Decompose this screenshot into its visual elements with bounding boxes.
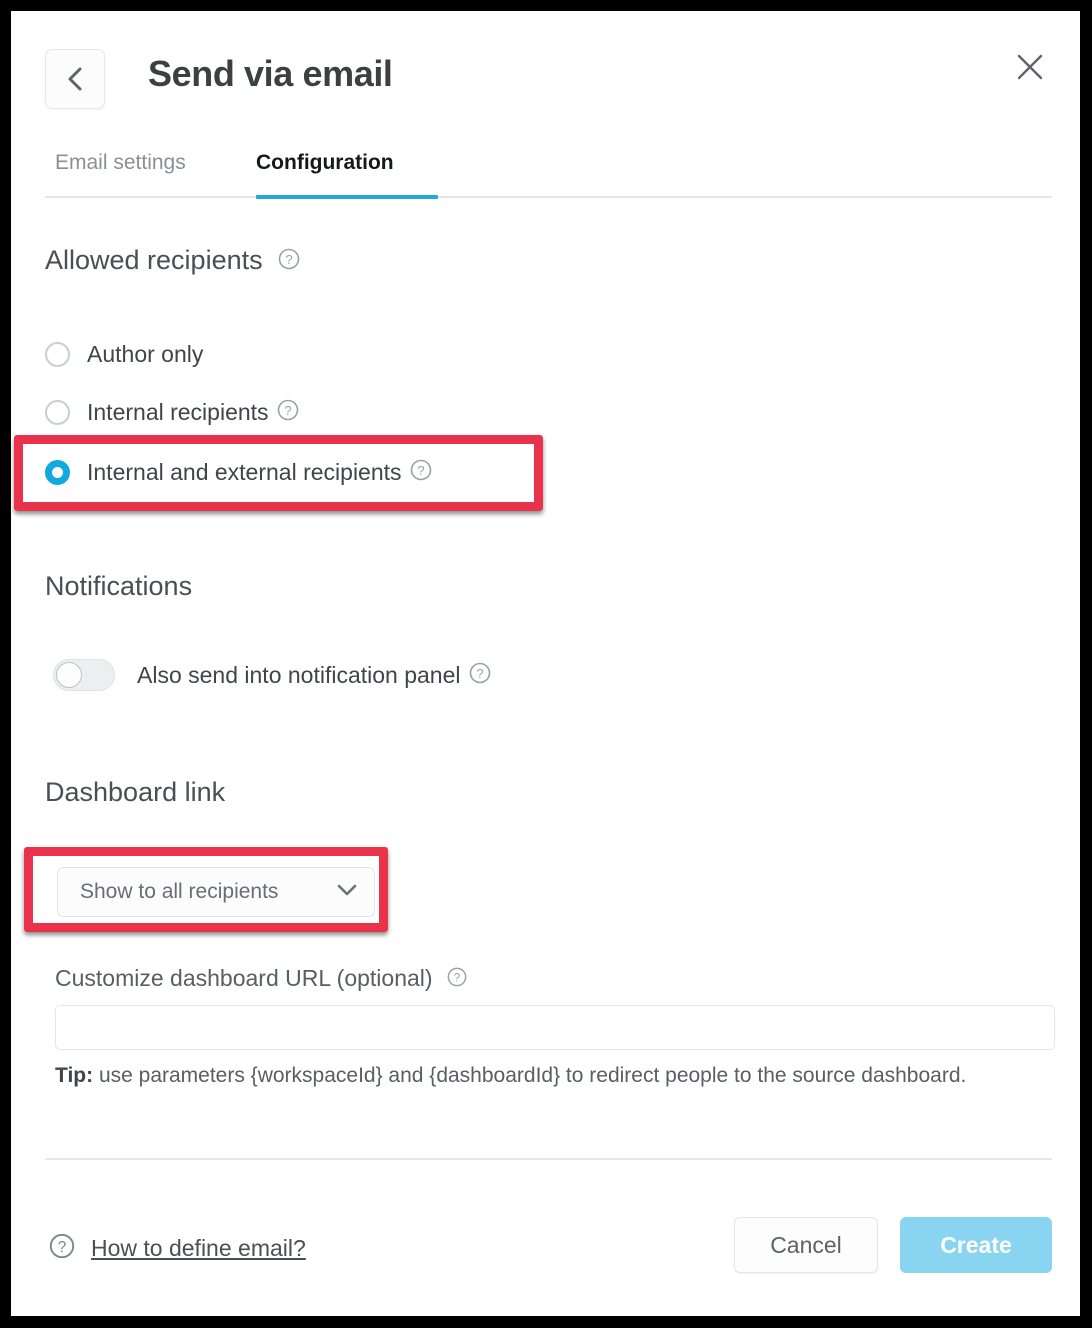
customize-url-label: Customize dashboard URL (optional) ? xyxy=(55,965,467,993)
radio-option-author-only[interactable]: Author only xyxy=(45,337,203,371)
svg-text:?: ? xyxy=(58,1239,67,1256)
dropdown-selected-value: Show to all recipients xyxy=(80,880,279,903)
cancel-button[interactable]: Cancel xyxy=(734,1217,878,1273)
help-circle-icon[interactable]: ? xyxy=(469,662,491,689)
notification-panel-toggle[interactable] xyxy=(53,659,115,691)
footer-divider xyxy=(45,1158,1052,1160)
customize-dashboard-url-input[interactable] xyxy=(55,1005,1055,1050)
create-button[interactable]: Create xyxy=(900,1217,1052,1273)
svg-text:?: ? xyxy=(476,666,483,681)
radio-option-internal-recipients[interactable]: Internal recipients ? xyxy=(45,395,299,429)
radio-mark xyxy=(45,341,70,367)
svg-text:?: ? xyxy=(417,463,424,478)
radio-mark xyxy=(45,399,70,425)
tab-active-indicator xyxy=(256,195,438,199)
notification-panel-toggle-row[interactable]: Also send into notification panel ? xyxy=(53,659,491,691)
tab-configuration[interactable]: Configuration xyxy=(256,151,394,189)
dashboard-link-heading: Dashboard link xyxy=(45,777,226,807)
toggle-knob xyxy=(56,662,82,688)
close-button[interactable] xyxy=(1010,49,1050,89)
toggle-label: Also send into notification panel xyxy=(137,661,461,688)
svg-text:?: ? xyxy=(284,403,291,418)
help-circle-icon[interactable]: ? xyxy=(277,399,299,426)
chevron-left-icon xyxy=(66,66,84,92)
radio-label: Internal and external recipients xyxy=(87,458,402,485)
how-to-define-email-link[interactable]: ? How to define email? xyxy=(49,1233,306,1264)
url-tip-text: Tip: use parameters {workspaceId} and {d… xyxy=(55,1063,995,1090)
svg-text:?: ? xyxy=(454,971,461,985)
svg-text:?: ? xyxy=(286,252,293,267)
tab-bar: Email settings Configuration xyxy=(11,151,1080,199)
help-circle-icon[interactable]: ? xyxy=(410,459,432,486)
help-circle-icon: ? xyxy=(49,1233,75,1264)
tab-bar-baseline xyxy=(45,196,1052,198)
tab-email-settings[interactable]: Email settings xyxy=(55,151,186,189)
chevron-down-icon xyxy=(336,883,358,902)
close-icon xyxy=(1015,52,1045,87)
radio-label: Internal recipients xyxy=(87,398,269,425)
tip-prefix: Tip: xyxy=(55,1064,94,1087)
dashboard-link-visibility-dropdown[interactable]: Show to all recipients xyxy=(57,867,375,917)
radio-option-internal-and-external-recipients[interactable]: Internal and external recipients ? xyxy=(45,455,432,489)
back-button[interactable] xyxy=(45,49,105,109)
allowed-recipients-heading: Allowed recipients ? xyxy=(45,245,300,277)
send-via-email-dialog: Send via email Email settings Configurat… xyxy=(11,11,1080,1316)
page-title: Send via email xyxy=(148,53,393,94)
radio-mark-selected xyxy=(45,459,70,485)
dialog-header: Send via email xyxy=(11,11,1080,141)
tip-body: use parameters {workspaceId} and {dashbo… xyxy=(93,1064,967,1087)
help-circle-icon[interactable]: ? xyxy=(278,246,300,277)
footer-help-label: How to define email? xyxy=(91,1235,306,1261)
help-circle-icon[interactable]: ? xyxy=(447,966,467,993)
radio-label: Author only xyxy=(87,340,204,367)
notifications-heading: Notifications xyxy=(45,571,193,601)
screenshot-frame: Send via email Email settings Configurat… xyxy=(0,0,1092,1328)
